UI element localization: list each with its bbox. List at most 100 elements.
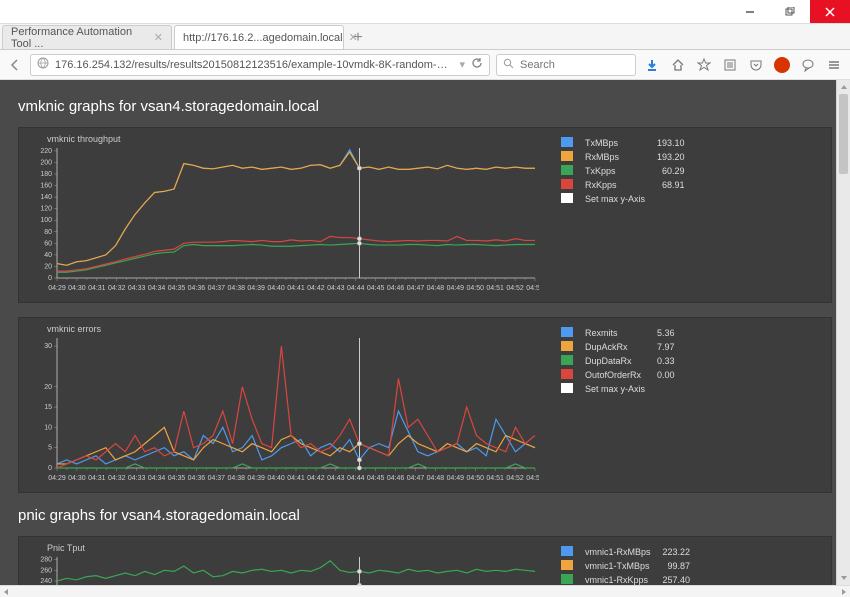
section-heading: pnic graphs for vsan4.storagedomain.loca…: [18, 507, 832, 524]
svg-text:04:32: 04:32: [108, 475, 126, 482]
svg-text:60: 60: [44, 240, 52, 247]
search-icon: [503, 58, 514, 72]
svg-text:04:30: 04:30: [68, 285, 86, 292]
svg-text:04:48: 04:48: [427, 285, 445, 292]
scroll-track[interactable]: [837, 94, 850, 571]
scroll-up-arrow[interactable]: [837, 80, 850, 94]
legend-row[interactable]: Set max y-Axis: [555, 192, 691, 206]
legend-value: 99.87: [657, 559, 697, 573]
chart-plot[interactable]: 02040608010012014016018020022004:2904:30…: [29, 146, 539, 300]
window-titlebar: [0, 0, 850, 24]
svg-text:160: 160: [40, 183, 52, 190]
close-icon[interactable]: ✕: [154, 31, 163, 44]
search-input[interactable]: [496, 54, 636, 76]
legend-value: 223.22: [657, 545, 697, 559]
close-button[interactable]: [810, 0, 850, 23]
legend-label: Set max y-Axis: [579, 192, 651, 206]
legend-row: TxMBps193.10: [555, 136, 691, 150]
browser-tab[interactable]: Performance Automation Tool ... ✕: [2, 25, 172, 49]
svg-text:04:36: 04:36: [188, 475, 206, 482]
vertical-scrollbar[interactable]: [836, 80, 850, 585]
chart-panel: vmknic throughput 0204060801001201401601…: [18, 127, 832, 303]
legend-swatch: [561, 560, 573, 570]
svg-text:04:34: 04:34: [148, 475, 166, 482]
svg-text:04:30: 04:30: [68, 475, 86, 482]
legend-row: DupDataRx0.33: [555, 354, 681, 368]
svg-text:04:47: 04:47: [407, 475, 425, 482]
legend-swatch: [561, 369, 573, 379]
svg-text:180: 180: [40, 171, 52, 178]
svg-text:04:40: 04:40: [267, 475, 285, 482]
svg-text:80: 80: [44, 229, 52, 236]
url-input[interactable]: 176.16.254.132/results/results2015081212…: [30, 54, 490, 76]
legend-row[interactable]: Set max y-Axis: [555, 382, 681, 396]
search-field[interactable]: [520, 59, 629, 71]
scroll-down-arrow[interactable]: [837, 571, 850, 585]
restore-button[interactable]: [770, 0, 810, 23]
legend-row: Rexmits5.36: [555, 326, 681, 340]
home-icon[interactable]: [668, 55, 688, 75]
chart-plot[interactable]: 180200220240260280: [29, 555, 539, 585]
svg-text:0: 0: [48, 275, 52, 282]
legend-value: 0.33: [651, 354, 681, 368]
legend-swatch: [561, 165, 573, 175]
chart-plot[interactable]: 051015203004:2904:3004:3104:3204:3304:34…: [29, 336, 539, 490]
menu-icon[interactable]: [824, 55, 844, 75]
back-button[interactable]: [6, 56, 24, 74]
legend-swatch: [561, 546, 573, 556]
svg-text:04:32: 04:32: [108, 285, 126, 292]
section-heading: vmknic graphs for vsan4.storagedomain.lo…: [18, 98, 832, 115]
svg-text:04:37: 04:37: [208, 475, 226, 482]
readinglist-icon[interactable]: [720, 55, 740, 75]
legend-swatch: [561, 341, 573, 351]
chart-legend: vmnic1-RxMBps223.22vmnic1-TxMBps99.87vmn…: [545, 537, 831, 585]
legend-value: 68.91: [651, 178, 691, 192]
legend-value: 5.36: [651, 326, 681, 340]
dropdown-icon[interactable]: ▾: [459, 58, 465, 71]
legend-label: TxMBps: [579, 136, 651, 150]
page-content: vmknic graphs for vsan4.storagedomain.lo…: [0, 80, 850, 585]
svg-text:04:45: 04:45: [367, 285, 385, 292]
minimize-button[interactable]: [730, 0, 770, 23]
svg-text:120: 120: [40, 206, 52, 213]
legend-value: [651, 192, 691, 206]
chat-icon[interactable]: [798, 55, 818, 75]
reload-icon[interactable]: [471, 57, 483, 72]
browser-tab[interactable]: http://176.16.2...agedomain.local ✕: [174, 25, 344, 49]
legend-value: 193.20: [651, 150, 691, 164]
svg-text:04:53: 04:53: [526, 285, 539, 292]
svg-text:10: 10: [44, 424, 52, 431]
legend-swatch: [561, 574, 573, 584]
svg-text:04:52: 04:52: [506, 475, 524, 482]
svg-text:0: 0: [48, 465, 52, 472]
legend-label: vmnic1-TxMBps: [579, 559, 657, 573]
legend-label: TxKpps: [579, 164, 651, 178]
legend-swatch: [561, 383, 573, 393]
pocket-icon[interactable]: [746, 55, 766, 75]
svg-text:04:46: 04:46: [387, 285, 405, 292]
legend-swatch: [561, 355, 573, 365]
legend-label: RxMBps: [579, 150, 651, 164]
legend-label: DupDataRx: [579, 354, 651, 368]
chart-legend: TxMBps193.10RxMBps193.20TxKpps60.29RxKpp…: [545, 128, 831, 302]
legend-swatch: [561, 193, 573, 203]
svg-text:04:36: 04:36: [188, 285, 206, 292]
svg-text:04:31: 04:31: [88, 285, 106, 292]
scroll-thumb[interactable]: [839, 94, 848, 174]
new-tab-button[interactable]: +: [346, 27, 370, 49]
legend-swatch: [561, 327, 573, 337]
legend-label: DupAckRx: [579, 340, 651, 354]
svg-text:220: 220: [40, 148, 52, 155]
svg-text:04:39: 04:39: [247, 285, 265, 292]
legend-value: [651, 382, 681, 396]
svg-text:04:45: 04:45: [367, 475, 385, 482]
svg-text:04:39: 04:39: [247, 475, 265, 482]
bookmark-icon[interactable]: [694, 55, 714, 75]
svg-text:04:52: 04:52: [506, 285, 524, 292]
abp-icon[interactable]: [772, 55, 792, 75]
page-viewport: vmknic graphs for vsan4.storagedomain.lo…: [0, 80, 850, 585]
svg-text:04:35: 04:35: [168, 475, 186, 482]
svg-text:04:41: 04:41: [287, 475, 305, 482]
downloads-icon[interactable]: [642, 55, 662, 75]
globe-icon: [37, 57, 49, 72]
